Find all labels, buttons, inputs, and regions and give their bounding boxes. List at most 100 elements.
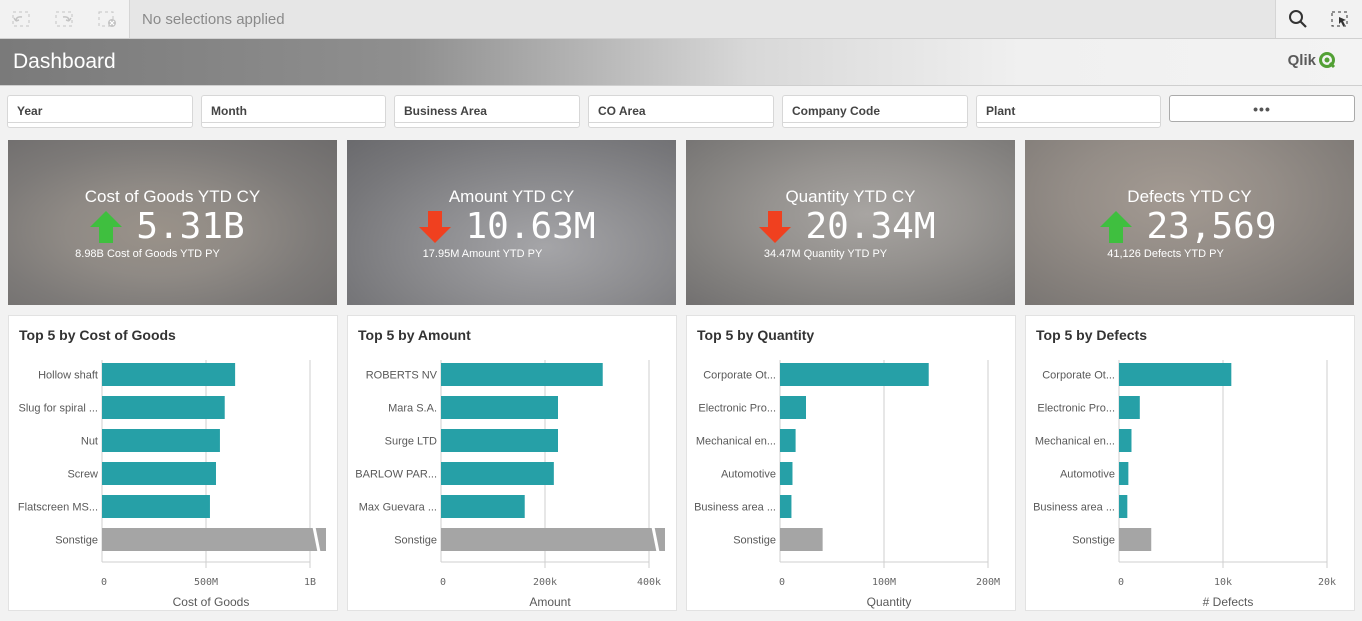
step-forward-button[interactable]: [52, 8, 76, 30]
x-tick-label: 500M: [194, 577, 218, 588]
bar: [1119, 396, 1140, 419]
bar: [102, 429, 220, 452]
category-label: Surge LTD: [385, 436, 437, 448]
selection-history-controls: [0, 0, 130, 38]
bar: [102, 396, 225, 419]
search-button[interactable]: [1286, 8, 1310, 30]
bar-other: [780, 528, 823, 551]
x-tick-label: 0: [1118, 577, 1124, 588]
chart-top5-cost-of-goods[interactable]: Top 5 by Cost of Goods 0 500M 1B Hollow sha…: [8, 315, 338, 611]
kpi-subtitle: 17.95M Amount YTD PY: [422, 248, 543, 260]
kpi-value: 23,569: [1146, 206, 1277, 247]
trend-up-arrow-icon: [1100, 210, 1133, 243]
qlik-q-icon: [1319, 52, 1336, 69]
category-label: Automotive: [1060, 469, 1115, 481]
bar: [780, 495, 792, 518]
bar: [102, 495, 210, 518]
category-label: Automotive: [721, 469, 776, 481]
kpi-title: Defects YTD CY: [1127, 187, 1252, 206]
chart-top5-amount[interactable]: Top 5 by Amount 0 200k 400k ROBERTS NV Mara …: [347, 315, 677, 611]
bar-chart-quantity[interactable]: 0 100M 200M Corporate Ot... Electronic Pro..…: [687, 316, 1017, 612]
category-label: ROBERTS NV: [366, 370, 438, 382]
category-label: Corporate Ot...: [703, 370, 776, 382]
x-tick-label: 100M: [872, 577, 896, 588]
step-back-icon: [12, 11, 30, 27]
selection-tool-button[interactable]: [1328, 8, 1352, 30]
filter-business-area[interactable]: Business Area: [394, 95, 580, 128]
category-label: Mara S.A.: [388, 403, 437, 415]
bar: [441, 495, 525, 518]
clear-selections-icon: [98, 11, 116, 27]
category-label: Electronic Pro...: [1037, 403, 1115, 415]
x-tick-label: 10k: [1214, 577, 1232, 588]
trend-down-arrow-icon: [419, 210, 452, 243]
category-label: Flatscreen MS...: [18, 502, 98, 514]
filter-company-code[interactable]: Company Code: [782, 95, 968, 128]
step-forward-icon: [55, 11, 73, 27]
category-label: Sonstige: [394, 535, 437, 547]
category-label: BARLOW PAR...: [355, 469, 437, 481]
kpi-title: Quantity YTD CY: [785, 187, 916, 206]
filter-label: CO Area: [598, 104, 646, 118]
step-back-button[interactable]: [9, 8, 33, 30]
x-tick-label: 200k: [533, 577, 557, 588]
x-axis-title: Cost of Goods: [173, 595, 250, 609]
bar: [102, 462, 216, 485]
bar: [102, 363, 236, 386]
bar-chart-cost-of-goods[interactable]: 0 500M 1B Hollow shaft Slug for spiral ... Nu…: [9, 316, 339, 612]
bar: [780, 462, 793, 485]
selections-toolbar: No selections applied: [0, 0, 1362, 39]
chart-top5-quantity[interactable]: Top 5 by Quantity 0 100M 200M Corporate Ot.…: [686, 315, 1016, 611]
x-axis-title: # Defects: [1203, 595, 1254, 609]
qlik-logo-text: Qlik: [1287, 51, 1316, 69]
bar: [441, 429, 558, 452]
category-label: Screw: [67, 469, 98, 481]
x-tick-label: 200M: [976, 577, 1000, 588]
filter-label: Year: [17, 104, 43, 118]
sheet-title: Dashboard: [13, 50, 116, 73]
kpi-cost-of-goods[interactable]: Cost of Goods YTD CY 5.31B 8.98B Cost of…: [8, 140, 337, 305]
filter-label: Company Code: [792, 104, 881, 118]
bar: [1119, 363, 1232, 386]
kpi-defects[interactable]: Defects YTD CY 23,569 41,126 Defects YTD…: [1025, 140, 1354, 305]
bar: [1119, 429, 1132, 452]
more-filters-button[interactable]: •••: [1169, 95, 1355, 122]
filter-year[interactable]: Year: [7, 95, 193, 128]
bar: [780, 363, 929, 386]
bar: [441, 462, 554, 485]
clear-selections-button[interactable]: [95, 8, 119, 30]
category-label: Slug for spiral ...: [19, 403, 98, 415]
kpi-quantity[interactable]: Quantity YTD CY 20.34M 34.47M Quantity Y…: [686, 140, 1015, 305]
x-axis-title: Amount: [529, 595, 571, 609]
bar-other: [441, 528, 665, 551]
trend-down-arrow-icon: [759, 210, 792, 243]
sheet-header: Dashboard Qlik: [0, 39, 1362, 86]
bar-other: [102, 528, 326, 551]
category-label: Mechanical en...: [1035, 436, 1115, 448]
category-label: Sonstige: [733, 535, 776, 547]
kpi-value: 20.34M: [805, 206, 936, 247]
kpi-value: 10.63M: [465, 206, 596, 247]
bar-other: [1119, 528, 1152, 551]
x-tick-label: 0: [101, 577, 107, 588]
x-tick-label: 0: [779, 577, 785, 588]
search-icon: [1289, 10, 1307, 28]
kpi-subtitle: 8.98B Cost of Goods YTD PY: [75, 248, 220, 260]
category-label: Corporate Ot...: [1042, 370, 1115, 382]
filter-co-area[interactable]: CO Area: [588, 95, 774, 128]
category-label: Business area ...: [1033, 502, 1115, 514]
filter-label: Month: [211, 104, 247, 118]
category-label: Sonstige: [55, 535, 98, 547]
kpi-amount[interactable]: Amount YTD CY 10.63M 17.95M Amount YTD P…: [347, 140, 676, 305]
category-label: Hollow shaft: [38, 370, 98, 382]
filter-plant[interactable]: Plant: [976, 95, 1161, 128]
bar: [780, 429, 796, 452]
selection-tool-icon: [1331, 11, 1348, 27]
filter-label: Plant: [986, 104, 1016, 118]
bar-chart-amount[interactable]: 0 200k 400k ROBERTS NV Mara S.A. Surge LTD BAR…: [348, 316, 678, 612]
chart-top5-defects[interactable]: Top 5 by Defects 0 10k 20k Corporate Ot... E…: [1025, 315, 1355, 611]
toolbar-right-actions: [1275, 0, 1362, 38]
x-tick-label: 400k: [637, 577, 661, 588]
bar-chart-defects[interactable]: 0 10k 20k Corporate Ot... Electronic Pro... M…: [1026, 316, 1356, 612]
filter-month[interactable]: Month: [201, 95, 386, 128]
